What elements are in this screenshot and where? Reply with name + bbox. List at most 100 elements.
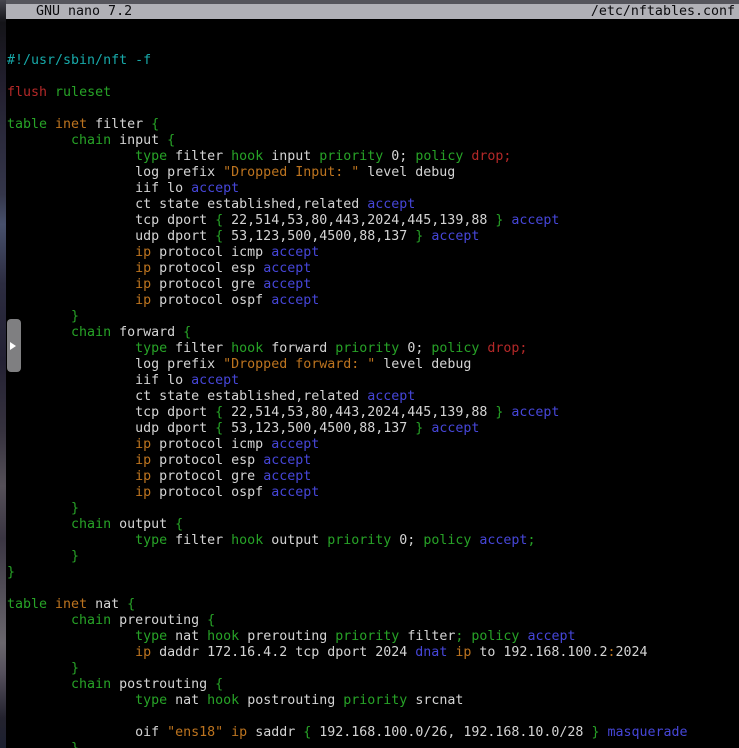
code-token: dnat (415, 645, 447, 660)
code-token: ip (135, 485, 151, 500)
code-line (7, 709, 739, 725)
code-token: chain (71, 133, 111, 148)
code-token: to 192.168.100.2 (471, 645, 607, 660)
code-token: { (215, 677, 223, 692)
code-token: accept (367, 197, 415, 212)
code-token: type (135, 533, 167, 548)
code-line: log prefix "Dropped forward: " level deb… (7, 357, 739, 373)
code-line: type filter hook output priority 0; poli… (7, 533, 739, 549)
code-token: hook (231, 533, 263, 548)
code-token: log prefix (7, 357, 223, 372)
code-token: filter (167, 533, 231, 548)
code-token (7, 261, 135, 276)
code-token: { (207, 613, 215, 628)
code-token: priority (327, 533, 391, 548)
code-token: forward (111, 325, 183, 340)
code-line: ip protocol icmp accept (7, 245, 739, 261)
nano-titlebar: GNU nano 7.2 /etc/nftables.conf (6, 4, 739, 19)
code-token: 2024 (615, 645, 647, 660)
code-token: ct state established,related (7, 197, 367, 212)
code-token (7, 549, 71, 564)
code-token: 53,123,500,4500,88,137 (223, 421, 415, 436)
code-token (47, 117, 55, 132)
code-token (7, 485, 135, 500)
code-line: chain prerouting { (7, 613, 739, 629)
code-token: type (135, 629, 167, 644)
code-line: table inet nat { (7, 597, 739, 613)
code-token: srcnat (407, 693, 463, 708)
code-line: } (7, 741, 739, 748)
code-token (7, 293, 135, 308)
code-token (7, 277, 135, 292)
code-line: ip protocol gre accept (7, 469, 739, 485)
code-token: accept (191, 373, 239, 388)
code-line: } (7, 309, 739, 325)
code-token: postrouting (239, 693, 343, 708)
code-line: ct state established,related accept (7, 389, 739, 405)
code-token: ip (135, 453, 151, 468)
code-token: "ens18" (167, 725, 223, 740)
code-token (47, 85, 55, 100)
code-token: udp dport (7, 421, 215, 436)
code-token: input (111, 133, 167, 148)
editor-area[interactable]: #!/usr/sbin/nft -f flush ruleset table i… (6, 19, 739, 748)
code-token: protocol ospf (151, 293, 271, 308)
code-line: udp dport { 53,123,500,4500,88,137 } acc… (7, 421, 739, 437)
nano-file-path: /etc/nftables.conf (591, 4, 735, 19)
code-token: accept (511, 213, 559, 228)
code-token: prerouting (111, 613, 207, 628)
code-line: oif "ens18" ip saddr { 192.168.100.0/26,… (7, 725, 739, 741)
code-token (7, 677, 71, 692)
code-token (7, 453, 135, 468)
code-token: table (7, 117, 47, 132)
code-token: level debug (359, 165, 455, 180)
code-token: 0; (383, 149, 415, 164)
code-token: chain (71, 325, 111, 340)
code-token: type (135, 341, 167, 356)
code-token: type (135, 149, 167, 164)
code-token: accept (263, 469, 311, 484)
code-line: chain postrouting { (7, 677, 739, 693)
code-token: ip (135, 469, 151, 484)
code-token: 0; (399, 341, 431, 356)
drawer-handle[interactable] (7, 319, 21, 372)
code-token: { (215, 421, 223, 436)
code-token: accept (263, 453, 311, 468)
code-token: hook (231, 149, 263, 164)
code-token: "Dropped Input: " (223, 165, 359, 180)
code-line: flush ruleset (7, 85, 739, 101)
code-token (7, 741, 71, 748)
code-token: policy (423, 533, 471, 548)
code-token: protocol esp (151, 261, 263, 276)
code-token: { (151, 117, 159, 132)
code-token: } (71, 549, 79, 564)
code-token: protocol icmp (151, 245, 271, 260)
code-token: accept (263, 277, 311, 292)
code-token: protocol ospf (151, 485, 271, 500)
code-token: iif lo (7, 373, 191, 388)
code-token: nat (87, 597, 127, 612)
code-token (7, 517, 71, 532)
code-token (7, 133, 71, 148)
code-token (47, 597, 55, 612)
code-line: chain input { (7, 133, 739, 149)
code-line: #!/usr/sbin/nft -f (7, 53, 739, 69)
code-token: forward (263, 341, 335, 356)
code-line: udp dport { 53,123,500,4500,88,137 } acc… (7, 229, 739, 245)
code-token: ip (231, 725, 247, 740)
code-token (7, 501, 71, 516)
code-token: accept (431, 229, 479, 244)
code-line: } (7, 501, 739, 517)
code-token: masquerade (607, 725, 687, 740)
code-line (7, 101, 739, 117)
code-token: priority (335, 341, 399, 356)
code-line: table inet filter { (7, 117, 739, 133)
code-line: iif lo accept (7, 181, 739, 197)
code-token: ruleset (55, 85, 111, 100)
code-token: table (7, 597, 47, 612)
code-token: filter (167, 149, 231, 164)
code-token: 53,123,500,4500,88,137 (223, 229, 415, 244)
code-line: } (7, 565, 739, 581)
code-token: hook (231, 341, 263, 356)
code-token: ip (135, 245, 151, 260)
